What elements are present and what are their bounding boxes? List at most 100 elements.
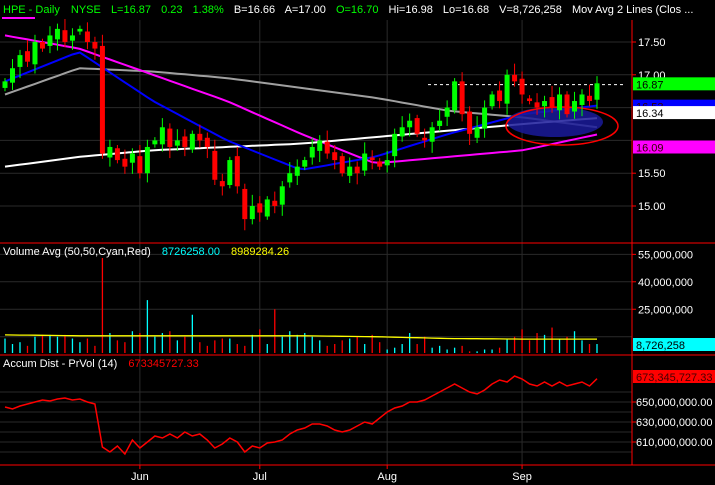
change-pct: 1.38% <box>193 4 224 16</box>
candle-body <box>317 140 323 151</box>
candle-body <box>174 140 180 146</box>
candle-body <box>257 203 263 213</box>
candle-body <box>294 166 300 176</box>
open: O=16.70 <box>336 4 379 16</box>
candle-body <box>69 35 75 41</box>
last-price: L=16.87 <box>111 4 151 16</box>
price-tick-label: 17.50 <box>638 37 666 49</box>
x-tick-label: Sep <box>512 471 532 483</box>
candle-body <box>332 152 338 161</box>
low: Lo=16.68 <box>443 4 489 16</box>
accum-tick-label: 610,000,000.00 <box>636 437 712 449</box>
candle-body <box>2 81 8 88</box>
volume-avg-value: 8989284.26 <box>231 246 289 258</box>
volume-header: Volume Avg (50,50,Cyan,Red) 8726258.00 8… <box>3 246 289 258</box>
candle-body <box>549 97 555 108</box>
candle-body <box>99 45 105 154</box>
candle-body <box>47 35 53 46</box>
candle-body <box>429 127 435 142</box>
study-name: Mov Avg 2 Lines (Clos ... <box>572 4 693 16</box>
exchange: NYSE <box>71 4 101 16</box>
volume-title: Volume Avg (50,50,Cyan,Red) <box>3 246 151 258</box>
volume-value: 8726258.00 <box>162 246 220 258</box>
price-tick-label: 15.50 <box>638 168 666 180</box>
symbol: HPE - Daily <box>3 4 60 16</box>
candle-body <box>234 156 240 187</box>
candle-body <box>197 133 203 141</box>
candle-body <box>39 42 45 49</box>
candle-body <box>557 94 563 111</box>
candle-body <box>459 81 465 115</box>
candle-body <box>159 127 165 145</box>
candle-body <box>534 102 540 108</box>
bid: B=16.66 <box>234 4 275 16</box>
candle-body <box>512 74 518 82</box>
stock-chart: 17.5017.0015.5015.0016.8716.5316.3416.09… <box>0 4 715 483</box>
high: Hi=16.98 <box>389 4 433 16</box>
candle-body <box>227 160 233 186</box>
x-tick-label: Jul <box>253 471 267 483</box>
volume-tick-label: 40,000,000 <box>638 277 693 289</box>
candle-body <box>54 28 60 40</box>
volume-last-value: 8,726,258 <box>636 340 685 352</box>
volume-tick-label: 55,000,000 <box>638 249 693 261</box>
candle-body <box>114 148 120 161</box>
candle-body <box>587 95 593 102</box>
candle-body <box>504 74 510 104</box>
change: 0.23 <box>161 4 182 16</box>
accum-value: 673345727.33 <box>128 358 198 370</box>
price-panel <box>2 19 625 231</box>
candle-body <box>189 133 195 150</box>
x-tick-label: Aug <box>377 471 397 483</box>
candle-body <box>182 136 188 147</box>
candle-body <box>467 111 473 134</box>
candle-body <box>9 68 15 83</box>
candle-body <box>564 94 570 115</box>
ask: A=17.00 <box>285 4 326 16</box>
candle-body <box>339 156 345 174</box>
accum-last-value: 673,345,727.33 <box>636 372 712 384</box>
candle-body <box>77 28 83 32</box>
candle-body <box>204 137 210 147</box>
candle-body <box>474 127 480 138</box>
candle-body <box>407 120 413 128</box>
candle-body <box>17 55 23 67</box>
candle-body <box>414 118 420 134</box>
candle-body <box>399 127 405 137</box>
candle-body <box>362 153 368 171</box>
candle-body <box>519 78 525 95</box>
candle-body <box>309 146 315 158</box>
candle-body <box>279 186 285 205</box>
candle-body <box>219 181 225 187</box>
price-tick-label: 15.00 <box>638 201 666 213</box>
volume-panel <box>4 258 598 353</box>
candle-body <box>264 199 270 217</box>
candle-body <box>384 160 390 166</box>
volume: V=8,726,258 <box>499 4 562 16</box>
candle-body <box>107 146 113 158</box>
candle-body <box>287 173 293 183</box>
candle-body <box>144 146 150 174</box>
candle-body <box>497 90 503 102</box>
x-tick-label: Jun <box>131 471 149 483</box>
candle-body <box>167 128 173 147</box>
candle-body <box>324 141 330 154</box>
candle-body <box>354 166 360 174</box>
moving-average-white <box>4 117 598 168</box>
candle-body <box>84 31 90 42</box>
candle-body <box>212 150 218 180</box>
candle-body <box>24 51 30 62</box>
candle-body <box>444 107 450 117</box>
candle-body <box>129 153 135 163</box>
candle-body <box>92 42 98 49</box>
candle-body <box>542 101 548 107</box>
candle-body <box>369 157 375 161</box>
candle-body <box>392 133 398 157</box>
highlight-ellipse-blue <box>507 107 603 137</box>
price-label-value: 16.87 <box>636 79 664 91</box>
candle-body <box>32 42 38 65</box>
volume-tick-label: 25,000,000 <box>638 304 693 316</box>
price-label-value: 16.34 <box>636 108 664 120</box>
candle-body <box>489 94 495 107</box>
candle-body <box>249 206 255 220</box>
